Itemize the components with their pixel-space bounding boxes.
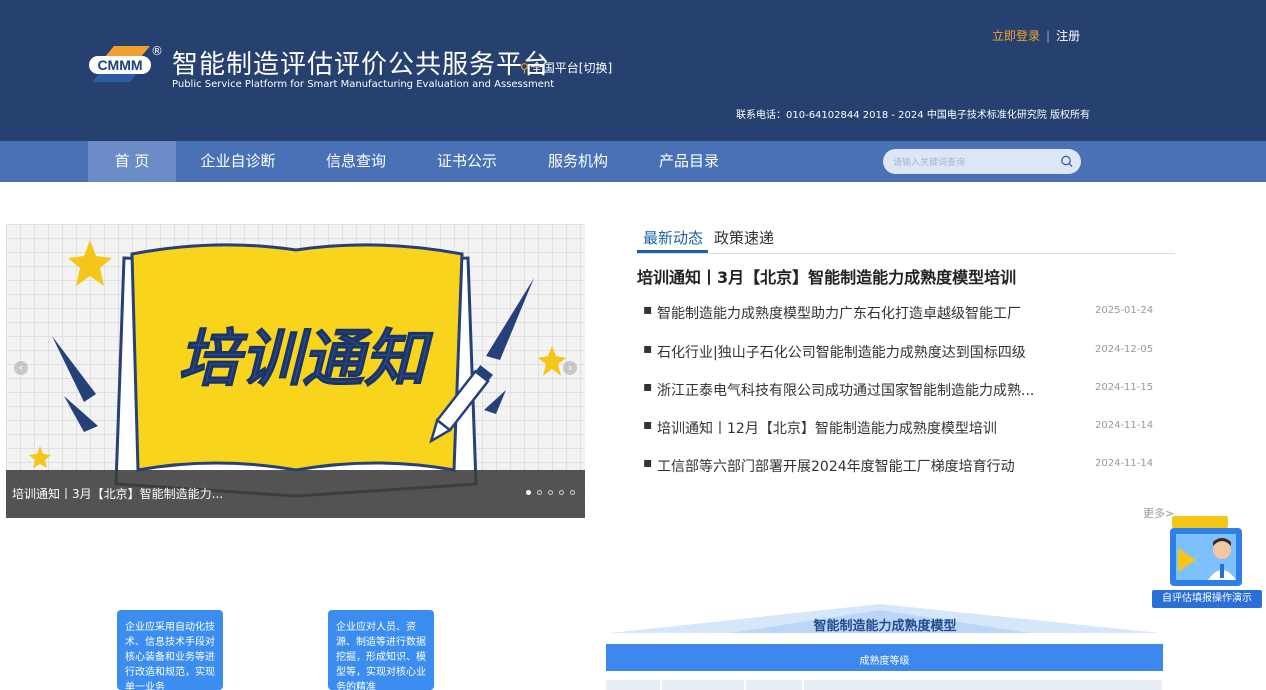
card-text: 企业应采用自动化技术、信息技术手段对核心装备和业务等进行改造和规范，实现单一业务 xyxy=(125,622,215,690)
banner-caption[interactable]: 培训通知丨3月【北京】智能制造能力... xyxy=(12,485,223,502)
bullet-icon: ▪ xyxy=(643,302,653,318)
auth-links: 立即登录 | 注册 xyxy=(992,27,1080,44)
news-item-date: 2024-11-15 xyxy=(1095,382,1154,393)
news-item-title[interactable]: 工信部等六部门部署开展2024年度智能工厂梯度培育行动 xyxy=(657,456,1077,476)
nav-item-service-agencies[interactable]: 服务机构 xyxy=(528,141,628,182)
banner-caption-bar: 培训通知丨3月【北京】智能制造能力... xyxy=(6,470,585,518)
nav-item-product-catalog[interactable]: 产品目录 xyxy=(639,141,739,182)
login-link[interactable]: 立即登录 xyxy=(992,29,1040,43)
carousel-dots xyxy=(526,490,575,495)
news-item-date: 2024-12-05 xyxy=(1095,344,1154,355)
search-box xyxy=(883,149,1081,174)
maturity-model-diagram: 智能制造能力成熟度模型 成熟度等级 xyxy=(600,600,1170,690)
list-item[interactable]: ▪ 智能制造能力成熟度模型助力广东石化打造卓越级智能工厂 2025-01-24 xyxy=(643,302,1153,322)
capability-card: 企业应对人员、资源、制造等进行数据挖掘，形成知识、模型等，实现对核心业务的精准 xyxy=(328,610,434,690)
search-icon[interactable] xyxy=(1057,152,1077,171)
registered-mark: ® xyxy=(151,44,163,58)
site-title: 智能制造评估评价公共服务平台 xyxy=(172,50,551,80)
star-icon xyxy=(29,446,51,468)
nav-item-info-query[interactable]: 信息查询 xyxy=(306,141,406,182)
banner-image-text: 培训通知 xyxy=(178,322,434,395)
maturity-cell xyxy=(606,680,660,690)
carousel-dot[interactable] xyxy=(570,490,575,495)
platform-switch-label: 全国平台[切换] xyxy=(530,61,613,75)
news-item-date: 2024-11-14 xyxy=(1095,458,1154,469)
carousel-dot[interactable] xyxy=(548,490,553,495)
bullet-icon: ▪ xyxy=(643,417,653,433)
list-item[interactable]: ▪ 培训通知丨12月【北京】智能制造能力成熟度模型培训 2024-11-14 xyxy=(643,417,1153,437)
bullet-icon: ▪ xyxy=(643,379,653,395)
bullet-icon: ▪ xyxy=(643,341,653,357)
active-tab-indicator xyxy=(637,250,708,253)
news-item-title[interactable]: 智能制造能力成熟度模型助力广东石化打造卓越级智能工厂 xyxy=(657,303,1077,323)
platform-switch[interactable]: ⚲ 全国平台[切换] xyxy=(520,59,612,76)
news-item-date: 2025-01-24 xyxy=(1095,305,1154,316)
news-headline[interactable]: 培训通知丨3月【北京】智能制造能力成熟度模型培训 xyxy=(637,264,1016,288)
carousel-dot[interactable] xyxy=(537,490,542,495)
auth-separator: | xyxy=(1046,29,1051,43)
news-item-title[interactable]: 培训通知丨12月【北京】智能制造能力成熟度模型培训 xyxy=(657,418,1077,438)
list-item[interactable]: ▪ 浙江正泰电气科技有限公司成功通过国家智能制造能力成熟... 2024-11-… xyxy=(643,379,1153,399)
star-icon xyxy=(538,346,566,376)
nav-item-self-diagnosis[interactable]: 企业自诊断 xyxy=(188,141,288,182)
main-nav: 首 页 企业自诊断 信息查询 证书公示 服务机构 产品目录 xyxy=(0,141,1266,182)
logo-text: CMMM xyxy=(97,57,142,73)
site-subtitle: Public Service Platform for Smart Manufa… xyxy=(172,79,555,90)
banner-carousel[interactable]: 培训通知 ‹ › 培训通知丨3月【北京】智能制造能力... xyxy=(6,224,585,518)
card-text: 企业应对人员、资源、制造等进行数据挖掘，形成知识、模型等，实现对核心业务的精准 xyxy=(336,622,426,690)
cmmm-logo-icon[interactable]: CMMM xyxy=(86,42,156,88)
site-header: CMMM ® 智能制造评估评价公共服务平台 Public Service Pla… xyxy=(0,0,1266,141)
maturity-cell xyxy=(662,680,744,690)
nav-item-home[interactable]: 首 页 xyxy=(88,141,176,182)
tutorial-presenter-icon xyxy=(1170,516,1242,586)
carousel-dot[interactable] xyxy=(526,490,531,495)
maturity-cell xyxy=(746,680,802,690)
self-assessment-demo-widget[interactable]: 自评估填报操作演示 xyxy=(1152,512,1262,608)
news-item-title[interactable]: 石化行业|独山子石化公司智能制造能力成熟度达到国标四级 xyxy=(657,342,1077,362)
news-item-date: 2024-11-14 xyxy=(1095,420,1154,431)
register-link[interactable]: 注册 xyxy=(1056,29,1080,43)
news-item-title[interactable]: 浙江正泰电气科技有限公司成功通过国家智能制造能力成熟... xyxy=(657,380,1077,400)
maturity-cell xyxy=(804,680,1162,690)
tab-policy-express[interactable]: 政策速递 xyxy=(714,227,774,248)
star-icon xyxy=(68,240,112,286)
news-tabs: 最新动态 政策速递 xyxy=(637,224,1175,254)
location-pin-icon: ⚲ xyxy=(520,61,529,75)
tab-latest-news[interactable]: 最新动态 xyxy=(643,227,703,248)
carousel-dot[interactable] xyxy=(559,490,564,495)
search-input[interactable] xyxy=(893,152,1053,171)
contact-info: 联系电话：010-64102844 2018 - 2024 中国电子技术标准化研… xyxy=(736,110,1090,121)
carousel-next-arrow-icon[interactable]: › xyxy=(563,361,577,375)
nav-item-certificates[interactable]: 证书公示 xyxy=(417,141,517,182)
maturity-level-bar: 成熟度等级 xyxy=(606,644,1163,671)
capability-card: 企业应采用自动化技术、信息技术手段对核心装备和业务等进行改造和规范，实现单一业务 xyxy=(117,610,223,690)
maturity-level-label: 成熟度等级 xyxy=(859,656,910,667)
bullet-icon: ▪ xyxy=(643,455,653,471)
list-item[interactable]: ▪ 石化行业|独山子石化公司智能制造能力成熟度达到国标四级 2024-12-05 xyxy=(643,341,1153,361)
list-item[interactable]: ▪ 工信部等六部门部署开展2024年度智能工厂梯度培育行动 2024-11-14 xyxy=(643,455,1153,475)
carousel-prev-arrow-icon[interactable]: ‹ xyxy=(14,361,28,375)
maturity-model-title: 智能制造能力成熟度模型 xyxy=(813,619,957,634)
